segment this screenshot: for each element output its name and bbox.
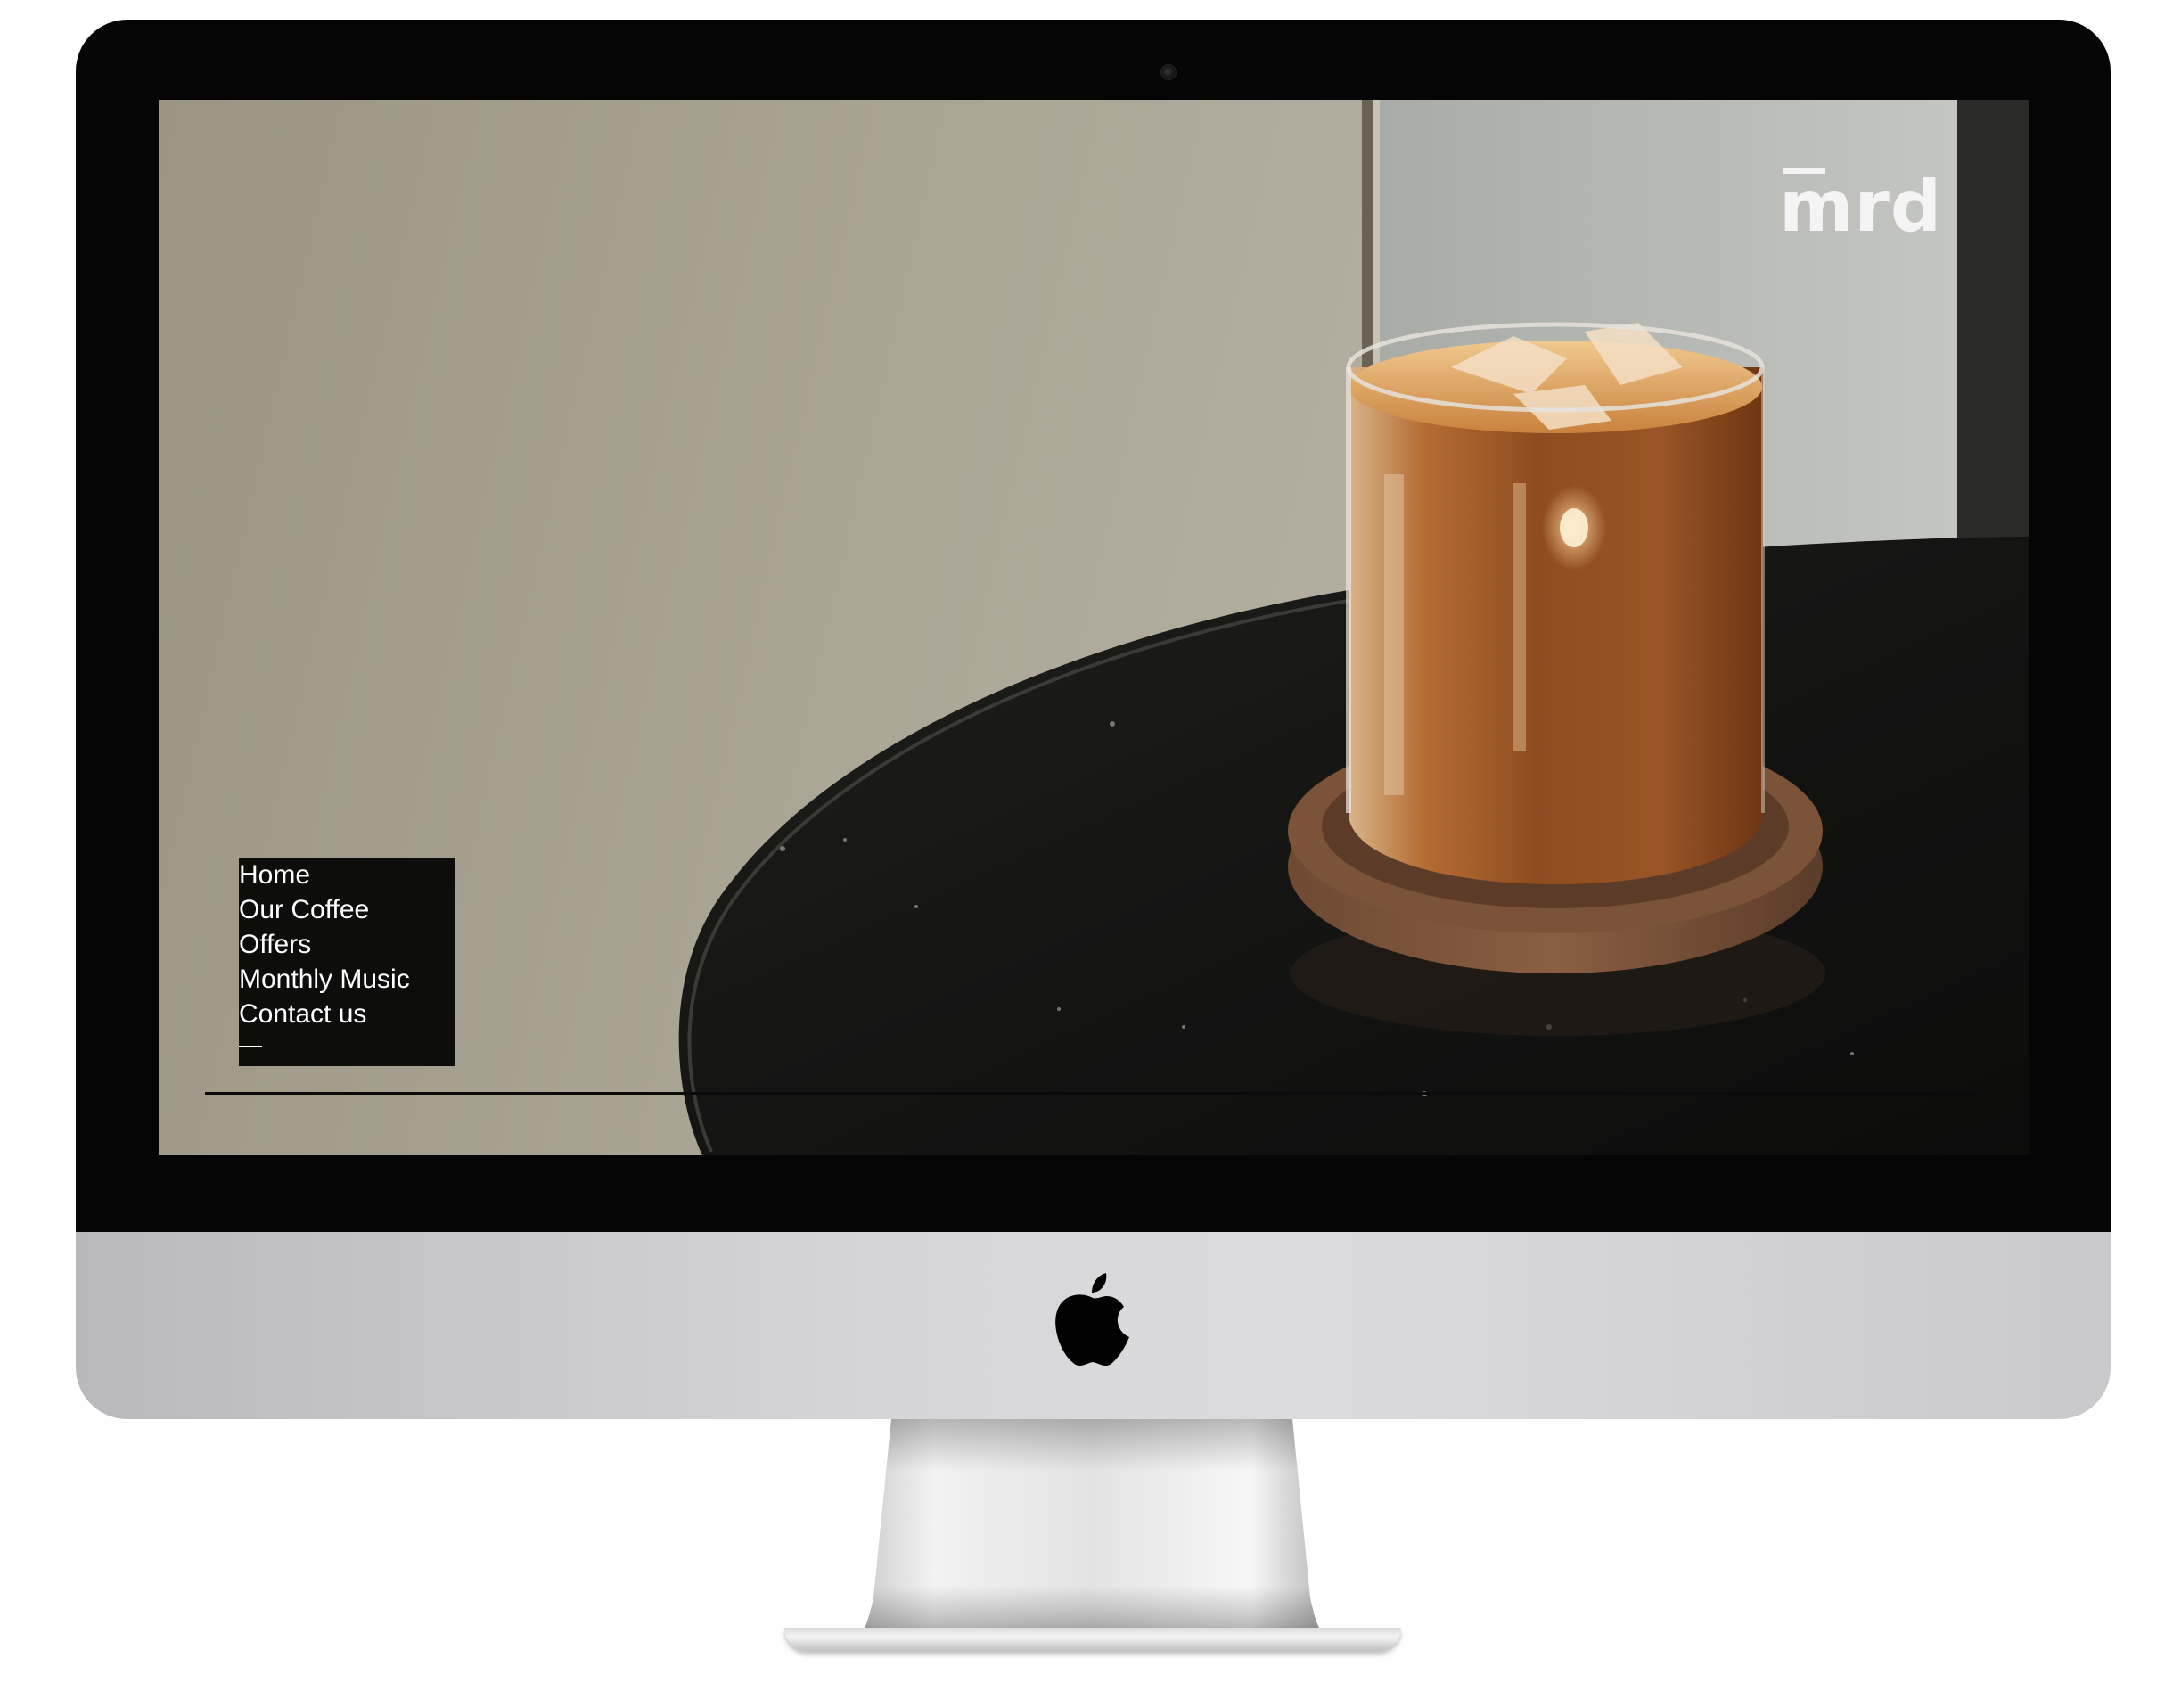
nav-dash-divider [239, 1046, 262, 1047]
nav-item-offers[interactable]: Offers [239, 927, 455, 962]
nav-menu: Home Our Coffee Offers Monthly Music Con… [239, 858, 455, 1066]
camera-icon [1160, 64, 1177, 80]
nav-item-home[interactable]: Home [239, 858, 455, 892]
nav-item-contact-us[interactable]: Contact us [239, 997, 455, 1031]
logo-m-macron: m [1779, 165, 1855, 248]
monitor-stand [865, 1419, 1319, 1628]
imac-mockup: mrd Home Our Coffee Offers Monthly Music… [0, 0, 2173, 1708]
nav-item-monthly-music[interactable]: Monthly Music [239, 962, 455, 997]
logo-rest: rd [1854, 165, 1943, 248]
horizontal-rule [205, 1092, 1979, 1095]
website-screen: mrd Home Our Coffee Offers Monthly Music… [159, 100, 2029, 1155]
brand-logo[interactable]: mrd [1779, 165, 1942, 248]
apple-logo-icon [1055, 1273, 1129, 1367]
monitor-base [784, 1628, 1401, 1651]
nav-item-our-coffee[interactable]: Our Coffee [239, 892, 455, 927]
